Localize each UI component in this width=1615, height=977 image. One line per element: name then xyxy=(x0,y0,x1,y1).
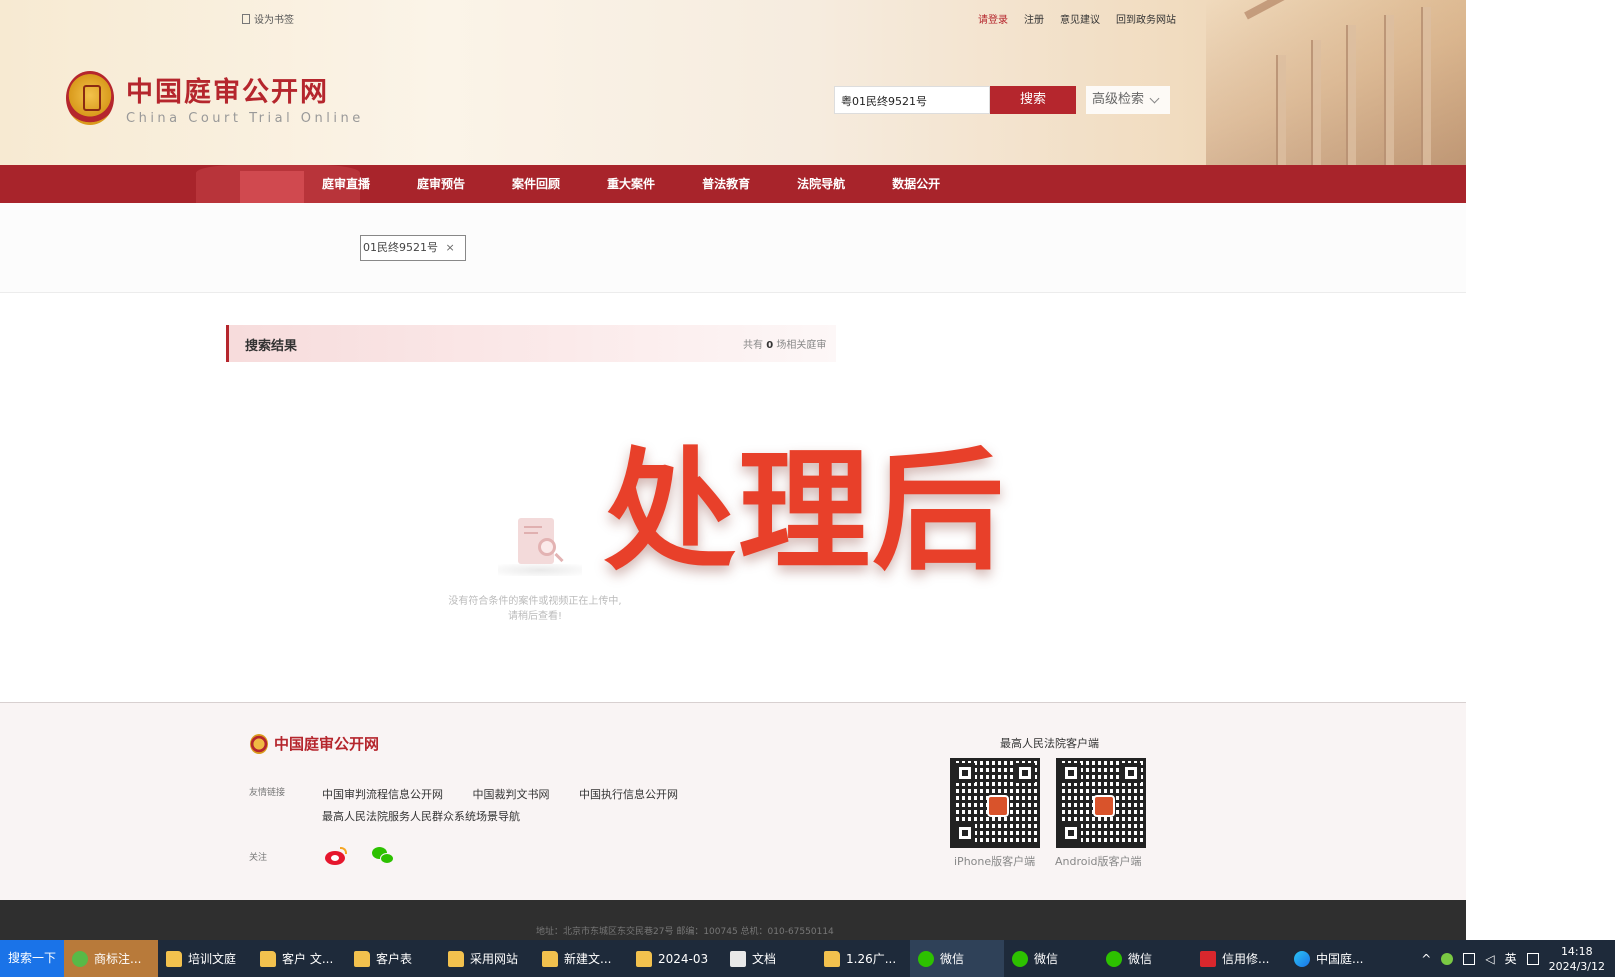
wechat-icon xyxy=(1012,950,1028,967)
bookmark-icon xyxy=(242,13,250,24)
taskbar-item[interactable]: 2024-03 xyxy=(628,940,722,977)
nav-item-open-data[interactable]: 数据公开 xyxy=(892,165,940,203)
folder-icon xyxy=(448,950,464,967)
nav-item-live[interactable]: 庭审直播 xyxy=(322,165,370,203)
taskbar-item[interactable]: 商标注... xyxy=(64,940,158,977)
advanced-search-dropdown[interactable]: 高级检索 xyxy=(1086,86,1170,114)
wechat-icon[interactable] xyxy=(372,847,396,867)
filter-tag-label: 01民终9521号 xyxy=(363,241,438,254)
taskbar-item[interactable]: 采用网站 xyxy=(440,940,534,977)
site-header: 设为书签 请登录 注册 意见建议 回到政务网站 中国庭审公开网 China Co… xyxy=(0,0,1466,165)
taskbar-item[interactable]: 微信 xyxy=(1098,940,1192,977)
logo-subtitle: China Court Trial Online xyxy=(126,111,364,126)
header-building-image xyxy=(1206,0,1466,165)
result-title: 搜索结果 xyxy=(245,339,298,354)
nav-item-review[interactable]: 案件回顾 xyxy=(512,165,560,203)
link-trial-process[interactable]: 中国审判流程信息公开网 xyxy=(322,788,443,801)
search-filter-area: 01民终9521号 × xyxy=(0,203,1466,293)
nav-item-major-cases[interactable]: 重大案件 xyxy=(607,165,655,203)
footer-logo: 中国庭审公开网 xyxy=(250,733,379,754)
footer-bottom-bar: 地址：北京市东城区东交民巷27号 邮编：100745 总机：010-675501… xyxy=(0,900,1466,940)
footer-address: 地址：北京市东城区东交民巷27号 邮编：100745 总机：010-675501… xyxy=(536,927,834,937)
network-icon[interactable] xyxy=(1463,952,1476,965)
iphone-qr-code xyxy=(950,758,1040,848)
taskbar-search-button[interactable]: 搜索一下 xyxy=(0,940,64,977)
footer-logo-title: 中国庭审公开网 xyxy=(274,735,380,753)
court-emblem-icon xyxy=(66,71,114,125)
login-link[interactable]: 请登录 xyxy=(978,11,1008,26)
ime-indicator[interactable]: 英 xyxy=(1505,950,1517,967)
taskbar-item[interactable]: 1.26广... xyxy=(816,940,910,977)
empty-message: 没有符合条件的案件或视频正在上传中, 请稍后查看! xyxy=(448,596,622,622)
register-link[interactable]: 注册 xyxy=(1024,11,1044,26)
bookmark-label: 设为书签 xyxy=(254,15,294,26)
browser-side-blank xyxy=(1466,0,1615,940)
volume-icon[interactable]: ◁ xyxy=(1485,952,1494,966)
wechat-icon xyxy=(1106,950,1122,967)
processed-watermark: 处理后 xyxy=(604,435,1006,589)
feedback-link[interactable]: 意见建议 xyxy=(1060,11,1100,26)
taskbar-item[interactable]: 新建文... xyxy=(534,940,628,977)
close-icon[interactable]: × xyxy=(446,241,455,254)
logo-title: 中国庭审公开网 xyxy=(126,77,329,108)
taskbar-item[interactable]: 文档 xyxy=(722,940,816,977)
nav-item-preview[interactable]: 庭审预告 xyxy=(417,165,465,203)
windows-taskbar: 搜索一下 商标注... 培训文庭 客户 文... 客户表 采用网站 新建文...… xyxy=(0,940,1615,977)
taskbar-item[interactable]: 微信 xyxy=(910,940,1004,977)
court-emblem-icon xyxy=(250,733,268,754)
site-footer: 中国庭审公开网 友情链接 中国审判流程信息公开网 中国裁判文书网 中国执行信息公… xyxy=(0,702,1466,900)
link-service-navigation[interactable]: 最高人民法院服务人民群众系统场景导航 xyxy=(322,810,520,823)
document-icon xyxy=(730,950,746,967)
browser-icon xyxy=(72,950,88,967)
edge-icon xyxy=(1294,950,1310,967)
taskbar-item[interactable]: 微信 xyxy=(1004,940,1098,977)
filter-tag: 01民终9521号 × xyxy=(360,235,466,261)
nav-item-legal-education[interactable]: 普法教育 xyxy=(702,165,750,203)
result-header: 搜索结果 共有 0 场相关庭审 xyxy=(226,325,836,362)
android-client-label: Android版客户端 xyxy=(1055,855,1142,868)
folder-icon xyxy=(542,950,558,967)
gov-site-link[interactable]: 回到政务网站 xyxy=(1116,11,1176,26)
folder-icon xyxy=(166,950,182,967)
taskbar-item[interactable]: 信用修... xyxy=(1192,940,1286,977)
taskbar-item[interactable]: 培训文庭 xyxy=(158,940,252,977)
bookmark-link[interactable]: 设为书签 xyxy=(242,11,294,26)
taskbar-item[interactable]: 客户表 xyxy=(346,940,440,977)
top-links: 请登录 注册 意见建议 回到政务网站 xyxy=(978,11,1176,26)
folder-icon xyxy=(636,950,652,967)
empty-search-icon xyxy=(498,512,582,576)
system-tray: ^ ◁ 英 14:18 2024/3/12 xyxy=(1421,944,1615,974)
client-title: 最高人民法院客户端 xyxy=(1000,737,1099,750)
advanced-search-label: 高级检索 xyxy=(1092,92,1145,107)
follow-label: 关注 xyxy=(249,853,268,863)
wechat-icon xyxy=(918,950,934,967)
chevron-up-icon[interactable]: ^ xyxy=(1421,952,1431,966)
android-qr-code xyxy=(1056,758,1146,848)
friend-links-label: 友情链接 xyxy=(249,788,286,798)
wps-icon xyxy=(1200,950,1216,967)
link-judgment-documents[interactable]: 中国裁判文书网 xyxy=(473,788,550,801)
friend-links: 中国审判流程信息公开网 中国裁判文书网 中国执行信息公开网 最高人民法院服务人民… xyxy=(322,784,722,828)
folder-icon xyxy=(354,950,370,967)
result-count: 共有 0 场相关庭审 xyxy=(743,340,827,351)
folder-icon xyxy=(824,950,840,967)
tray-app-icon[interactable] xyxy=(1441,952,1454,965)
search-button[interactable]: 搜索 xyxy=(990,86,1076,114)
keyboard-icon[interactable] xyxy=(1526,952,1539,965)
main-nav: 庭审直播 庭审预告 案件回顾 重大案件 普法教育 法院导航 数据公开 xyxy=(0,165,1466,208)
browser-page: 设为书签 请登录 注册 意见建议 回到政务网站 中国庭审公开网 China Co… xyxy=(0,0,1466,940)
folder-icon xyxy=(260,950,276,967)
taskbar-item[interactable]: 客户 文... xyxy=(252,940,346,977)
link-execution-info[interactable]: 中国执行信息公开网 xyxy=(579,788,678,801)
taskbar-item[interactable]: 中国庭... xyxy=(1286,940,1380,977)
clock[interactable]: 14:18 2024/3/12 xyxy=(1549,944,1605,974)
search-input[interactable]: 粤01民终9521号 xyxy=(834,86,990,114)
site-logo[interactable]: 中国庭审公开网 China Court Trial Online xyxy=(66,70,364,126)
nav-item-court-navigation[interactable]: 法院导航 xyxy=(797,165,845,203)
weibo-icon[interactable] xyxy=(325,847,347,865)
chevron-down-icon xyxy=(1149,93,1160,103)
iphone-client-label: iPhone版客户端 xyxy=(954,855,1036,868)
